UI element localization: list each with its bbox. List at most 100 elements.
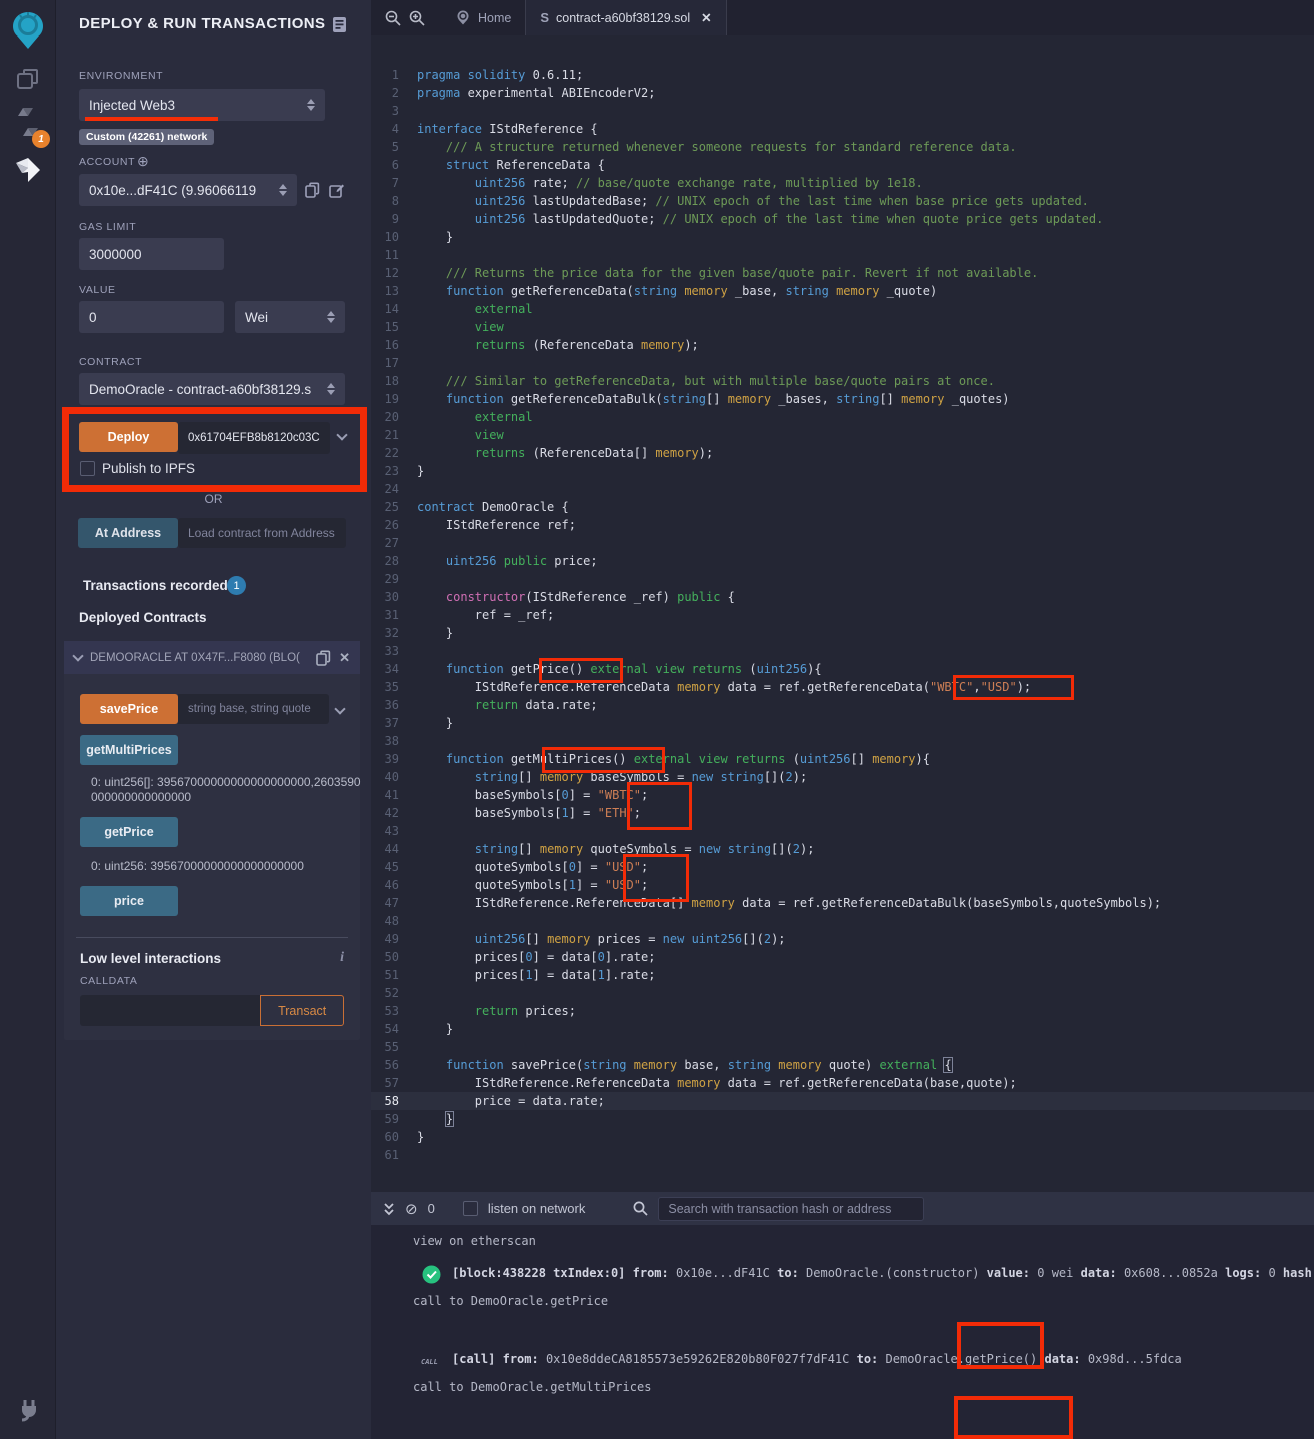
line-number: 43 xyxy=(371,822,417,840)
zoom-out-icon[interactable] xyxy=(385,10,401,26)
environment-select[interactable]: Injected Web3 xyxy=(79,89,325,121)
line-number: 48 xyxy=(371,912,417,930)
line-number: 21 xyxy=(371,426,417,444)
at-address-button[interactable]: At Address xyxy=(78,518,178,548)
collapse-chevron-icon[interactable] xyxy=(72,650,83,661)
code-line: 20 external xyxy=(371,408,1314,426)
code-editor[interactable]: 1pragma solidity 0.6.11;2pragma experime… xyxy=(371,35,1314,1192)
terminal-line: call to DemoOracle.getMultiPrices xyxy=(413,1380,1314,1395)
code-line: 10 } xyxy=(371,228,1314,246)
transact-button[interactable]: Transact xyxy=(260,995,344,1026)
code-line: 45 quoteSymbols[0] = "USD"; xyxy=(371,858,1314,876)
code-line: 13 function getReferenceData(string memo… xyxy=(371,282,1314,300)
line-number: 18 xyxy=(371,372,417,390)
code-line: 41 baseSymbols[0] = "WBTC"; xyxy=(371,786,1314,804)
copy-address-icon[interactable] xyxy=(316,650,331,666)
close-instance-icon[interactable]: ✕ xyxy=(339,650,350,666)
line-number: 9 xyxy=(371,210,417,228)
tab-contract-file[interactable]: S contract-a60bf38129.sol ✕ xyxy=(525,0,726,35)
zoom-in-icon[interactable] xyxy=(409,10,425,26)
code-line: 51 prices[1] = data[1].rate; xyxy=(371,966,1314,984)
value-unit-select[interactable]: Wei xyxy=(235,301,345,333)
calldata-input[interactable] xyxy=(80,995,260,1026)
deploy-args-input[interactable]: 0x61704EFB8b8120c03C21 xyxy=(178,422,330,454)
line-number: 2 xyxy=(371,84,417,102)
code-line: 40 string[] memory baseSymbols = new str… xyxy=(371,768,1314,786)
code-line: 19 function getReferenceDataBulk(string[… xyxy=(371,390,1314,408)
file-explorer-icon[interactable] xyxy=(0,58,56,102)
price-button[interactable]: price xyxy=(80,886,178,916)
line-number: 16 xyxy=(371,336,417,354)
copy-account-icon[interactable] xyxy=(305,182,320,198)
code-line: 33 xyxy=(371,642,1314,660)
add-account-icon[interactable]: ⊕ xyxy=(137,153,149,170)
code-line: 46 quoteSymbols[1] = "USD"; xyxy=(371,876,1314,894)
solidity-compiler-icon[interactable]: 1 xyxy=(0,100,56,144)
saveprice-button[interactable]: savePrice xyxy=(80,694,178,724)
deploy-button[interactable]: Deploy xyxy=(79,422,178,452)
line-number: 12 xyxy=(371,264,417,282)
code-lines: 1pragma solidity 0.6.11;2pragma experime… xyxy=(371,66,1314,1164)
getprice-result: 0: uint256: 39567000000000000000000 xyxy=(80,859,362,874)
saveprice-args-input[interactable]: string base, string quote xyxy=(178,694,329,724)
line-number: 57 xyxy=(371,1074,417,1092)
code-line: 14 external xyxy=(371,300,1314,318)
deploy-run-icon[interactable] xyxy=(0,148,56,192)
code-line: 35 IStdReference.ReferenceData memory da… xyxy=(371,678,1314,696)
tab-home[interactable]: Home xyxy=(441,0,525,35)
docs-icon[interactable] xyxy=(332,16,348,33)
line-number: 51 xyxy=(371,966,417,984)
code-line: 47 IStdReference.ReferenceData[] memory … xyxy=(371,894,1314,912)
saveprice-expand-chevron-icon[interactable] xyxy=(334,703,345,714)
publish-ipfs-label: Publish to IPFS xyxy=(102,461,195,476)
clear-console-icon[interactable]: ⊘ xyxy=(405,1200,418,1218)
code-line: 25contract DemoOracle { xyxy=(371,498,1314,516)
low-level-title: Low level interactions xyxy=(80,951,221,966)
line-number: 42 xyxy=(371,804,417,822)
code-line: 27 xyxy=(371,534,1314,552)
line-number: 31 xyxy=(371,606,417,624)
line-number: 49 xyxy=(371,930,417,948)
deployed-contract-header[interactable]: DEMOORACLE AT 0X47F...F8080 (BLO( ✕ xyxy=(64,641,360,674)
line-number: 4 xyxy=(371,120,417,138)
line-number: 34 xyxy=(371,660,417,678)
terminal-toolbar: ⊘ 0 listen on network Search with transa… xyxy=(371,1192,1314,1225)
value-input[interactable]: 0 xyxy=(79,301,224,333)
code-line: 53 return prices; xyxy=(371,1002,1314,1020)
code-line: 54 } xyxy=(371,1020,1314,1038)
line-number: 1 xyxy=(371,66,417,84)
code-line: 21 view xyxy=(371,426,1314,444)
code-line: 26 IStdReference ref; xyxy=(371,516,1314,534)
terminal-log[interactable]: view on etherscan[block:438228 txIndex:0… xyxy=(371,1225,1314,1439)
terminal-search-input[interactable]: Search with transaction hash or address xyxy=(658,1197,924,1221)
gas-limit-input[interactable]: 3000000 xyxy=(79,238,224,270)
line-number: 46 xyxy=(371,876,417,894)
at-address-input[interactable]: Load contract from Address xyxy=(178,518,346,548)
low-level-info-icon[interactable]: i xyxy=(340,950,344,966)
getmultiprices-button[interactable]: getMultiPrices xyxy=(80,735,178,765)
gas-limit-label: GAS LIMIT xyxy=(79,221,136,233)
listen-network-checkbox[interactable] xyxy=(463,1201,478,1216)
divider xyxy=(76,937,348,938)
line-number: 41 xyxy=(371,786,417,804)
solidity-file-icon: S xyxy=(540,10,549,25)
remix-logo-icon[interactable] xyxy=(0,6,56,54)
code-line: 50 prices[0] = data[0].rate; xyxy=(371,948,1314,966)
close-tab-icon[interactable]: ✕ xyxy=(701,10,711,25)
sign-message-icon[interactable] xyxy=(329,183,345,198)
line-number: 58 xyxy=(371,1092,417,1110)
collapse-terminal-icon[interactable] xyxy=(383,1202,395,1216)
terminal-line: view on etherscan xyxy=(413,1234,1314,1249)
contract-select[interactable]: DemoOracle - contract-a60bf38129.s xyxy=(79,373,345,405)
publish-ipfs-checkbox[interactable] xyxy=(80,461,95,476)
code-line: 44 string[] memory quoteSymbols = new st… xyxy=(371,840,1314,858)
getprice-button[interactable]: getPrice xyxy=(80,817,178,847)
deploy-expand-chevron-icon[interactable] xyxy=(336,429,347,440)
deployed-contracts-label: Deployed Contracts xyxy=(79,610,207,625)
plugin-manager-icon[interactable] xyxy=(0,1387,56,1431)
environment-label: ENVIRONMENT xyxy=(79,70,163,82)
contract-label: CONTRACT xyxy=(79,356,142,368)
line-number: 32 xyxy=(371,624,417,642)
remix-home-icon xyxy=(455,10,471,25)
account-select[interactable]: 0x10e...dF41C (9.96066119 xyxy=(79,174,297,206)
